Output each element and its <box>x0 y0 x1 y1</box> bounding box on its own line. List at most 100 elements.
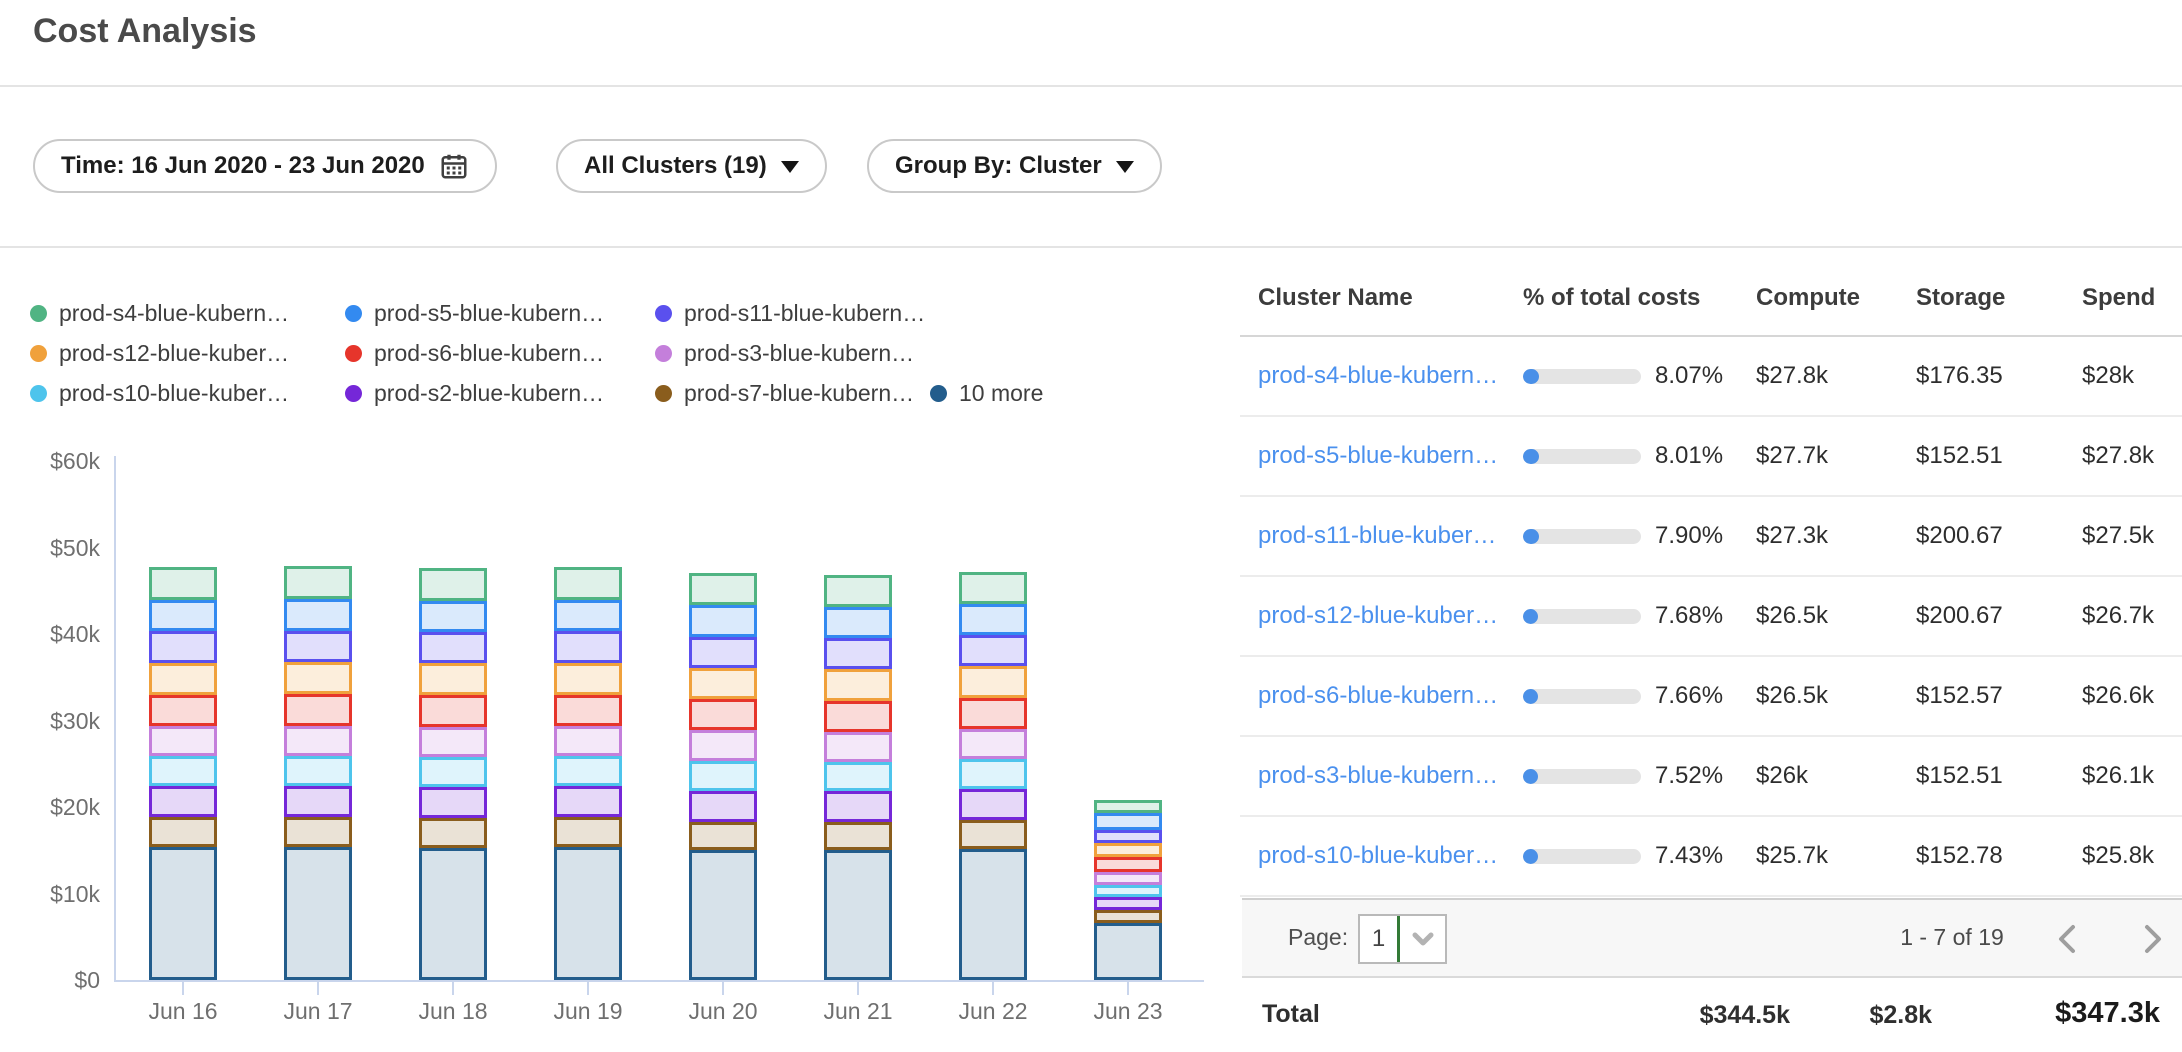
total-compute: $344.5k <box>1700 1001 1790 1030</box>
storage-value: $200.67 <box>1916 522 2082 550</box>
compute-value: $27.8k <box>1756 362 1916 390</box>
chevron-down-icon <box>1400 932 1445 946</box>
storage-value: $152.78 <box>1916 842 2082 870</box>
bar-segment <box>554 726 622 756</box>
bar-segment <box>1094 843 1162 857</box>
bar-segment <box>959 698 1027 729</box>
y-axis-tick-label: $50k <box>18 533 100 563</box>
compute-value: $26k <box>1756 762 1916 790</box>
spend-value: $26.7k <box>2082 602 2182 630</box>
bar-segment <box>554 600 622 631</box>
bar-segment <box>824 762 892 791</box>
bar-segment <box>419 818 487 847</box>
bar-segment <box>419 632 487 663</box>
spend-value: $28k <box>2082 362 2182 390</box>
bar-segment <box>959 820 1027 849</box>
bar-segment <box>824 669 892 700</box>
y-axis-tick-label: $10k <box>18 879 100 909</box>
bar-segment <box>1094 800 1162 813</box>
bar-segment <box>959 759 1027 788</box>
percent-progress-fill <box>1523 529 1539 544</box>
bar-segment <box>689 850 757 980</box>
bar-segment <box>554 695 622 726</box>
previous-page-button[interactable] <box>2054 922 2080 961</box>
storage-value: $200.67 <box>1916 602 2082 630</box>
cluster-name-link[interactable]: prod-s6-blue-kubern… <box>1258 682 1523 710</box>
bar-segment <box>1094 857 1162 872</box>
percent-progress-bar <box>1523 769 1641 784</box>
bar-segment <box>554 847 622 980</box>
total-row: Total $344.5k $2.8k $347.3k <box>0 978 2182 1052</box>
bar-segment <box>419 727 487 757</box>
bar-segment <box>554 663 622 695</box>
spend-value: $26.1k <box>2082 762 2182 790</box>
bar-segment <box>959 666 1027 698</box>
percent-progress-fill <box>1523 609 1538 624</box>
table-row: prod-s6-blue-kubern…7.66%$26.5k$152.57$2… <box>1240 657 2182 737</box>
bar-segment <box>284 694 352 726</box>
bar-segment <box>149 600 217 631</box>
y-axis-tick-label: $40k <box>18 619 100 649</box>
page-select[interactable]: 1 <box>1358 914 1447 964</box>
bar-segment <box>419 568 487 601</box>
bar-segment <box>419 757 487 787</box>
bar-segment <box>824 732 892 762</box>
bar-segment <box>419 695 487 726</box>
cluster-cost-table: Cluster Name% of total costsComputeStora… <box>1240 260 2182 897</box>
percent-progress-fill <box>1523 449 1539 464</box>
bar-segment <box>1094 910 1162 923</box>
bar-segment <box>149 695 217 726</box>
percent-progress-fill <box>1523 369 1539 384</box>
bar-segment <box>284 726 352 756</box>
bar-segment <box>1094 885 1162 897</box>
cluster-name-link[interactable]: prod-s5-blue-kubern… <box>1258 442 1523 470</box>
bar-segment <box>284 847 352 980</box>
bar-segment <box>284 566 352 599</box>
bar-segment <box>149 726 217 756</box>
cluster-name-link[interactable]: prod-s11-blue-kuber… <box>1258 522 1523 550</box>
y-axis-tick-label: $60k <box>18 446 100 476</box>
bar-segment <box>689 668 757 699</box>
bar-segment <box>284 631 352 662</box>
table-body: prod-s4-blue-kubern…8.07%$27.8k$176.35$2… <box>1240 337 2182 897</box>
bar-segment <box>1094 923 1162 980</box>
table-header-cell: Storage <box>1916 284 2082 312</box>
bar-segment <box>689 761 757 790</box>
cluster-name-link[interactable]: prod-s12-blue-kuber… <box>1258 602 1523 630</box>
cluster-name-link[interactable]: prod-s3-blue-kubern… <box>1258 762 1523 790</box>
bar-segment <box>959 635 1027 666</box>
compute-value: $26.5k <box>1756 682 1916 710</box>
total-storage: $2.8k <box>1869 1001 1932 1030</box>
compute-value: $27.3k <box>1756 522 1916 550</box>
percent-progress-bar <box>1523 849 1641 864</box>
cluster-name-link[interactable]: prod-s4-blue-kubern… <box>1258 362 1523 390</box>
bar-segment <box>959 849 1027 980</box>
bar-segment <box>959 789 1027 820</box>
page-range-text: 1 - 7 of 19 <box>1882 924 2022 951</box>
table-row: prod-s5-blue-kubern…8.01%$27.7k$152.51$2… <box>1240 417 2182 497</box>
page-label: Page: <box>1288 924 1348 951</box>
percent-progress-fill <box>1523 849 1538 864</box>
bar-segment <box>554 631 622 662</box>
percent-value: 8.07% <box>1655 362 1723 390</box>
spend-value: $26.6k <box>2082 682 2182 710</box>
compute-value: $27.7k <box>1756 442 1916 470</box>
table-row: prod-s3-blue-kubern…7.52%$26k$152.51$26.… <box>1240 737 2182 817</box>
spend-value: $25.8k <box>2082 842 2182 870</box>
y-axis-line <box>114 456 116 982</box>
percent-value: 7.43% <box>1655 842 1723 870</box>
table-header-cell: Compute <box>1756 284 1916 312</box>
bar-segment <box>1094 830 1162 843</box>
percent-progress-bar <box>1523 689 1641 704</box>
bar-segment <box>149 817 217 846</box>
page-select-value: 1 <box>1360 925 1397 953</box>
table-row: prod-s12-blue-kuber…7.68%$26.5k$200.67$2… <box>1240 577 2182 657</box>
bar-segment <box>1094 813 1162 830</box>
percent-progress-bar <box>1523 529 1641 544</box>
cluster-name-link[interactable]: prod-s10-blue-kuber… <box>1258 842 1523 870</box>
bar-segment <box>824 850 892 980</box>
bar-segment <box>284 786 352 817</box>
next-page-button[interactable] <box>2140 922 2166 961</box>
table-row: prod-s11-blue-kuber…7.90%$27.3k$200.67$2… <box>1240 497 2182 577</box>
percent-value: 7.52% <box>1655 762 1723 790</box>
